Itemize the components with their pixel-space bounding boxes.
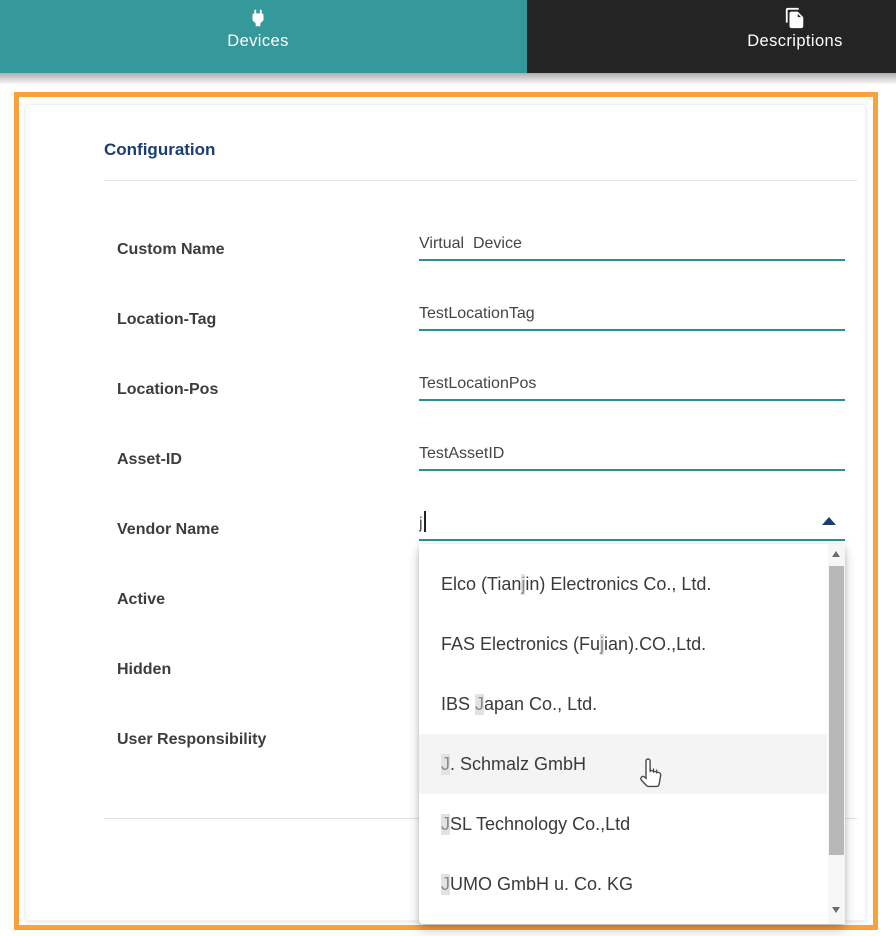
vendor-option-ibs[interactable]: IBS Japan Co., Ltd. xyxy=(419,674,827,734)
copy-pages-icon xyxy=(785,7,804,29)
vendor-option-jumo[interactable]: J UMO GmbH u. Co. KG xyxy=(419,854,827,914)
match-highlight: J xyxy=(441,753,450,775)
option-text: . Schmalz GmbH xyxy=(450,753,587,774)
scroll-down-icon[interactable] xyxy=(828,902,845,918)
section-title: Configuration xyxy=(104,140,216,159)
tab-devices[interactable]: Devices xyxy=(0,0,527,73)
option-text: IBS xyxy=(441,693,476,714)
chevron-up-icon[interactable] xyxy=(822,517,836,525)
vendor-dropdown: Elco (Tian j in) Electronics Co., Ltd. FAS… xyxy=(419,544,845,924)
asset-id-input[interactable] xyxy=(419,442,845,466)
option-text: ian).CO.,Ltd. xyxy=(604,633,707,654)
tabbar-shadow xyxy=(0,73,896,85)
match-highlight: J xyxy=(441,813,450,835)
scrollbar-thumb[interactable] xyxy=(829,566,844,855)
hidden-label: Hidden xyxy=(117,661,172,678)
option-text: in) Electronics Co., Ltd. xyxy=(525,573,712,594)
option-text: UMO GmbH u. Co. KG xyxy=(450,873,634,894)
option-text: SL Technology Co.,Ltd xyxy=(450,813,631,834)
tab-devices-content: Devices xyxy=(193,7,323,51)
vendor-name-input[interactable] xyxy=(419,512,845,536)
vendor-option-jsl[interactable]: J SL Technology Co.,Ltd xyxy=(419,794,827,854)
vendor-option-schmalz[interactable]: J. Schmalz GmbH xyxy=(419,734,827,794)
location-tag-underline xyxy=(419,329,845,331)
tab-descriptions-content: Descriptions xyxy=(730,7,860,51)
location-pos-underline xyxy=(419,399,845,401)
vendor-option-list: Elco (Tian j in) Electronics Co., Ltd. FAS… xyxy=(419,554,827,914)
text-caret xyxy=(424,511,426,532)
user-responsibility-label: User Responsibility xyxy=(117,731,267,748)
location-tag-label: Location-Tag xyxy=(117,311,217,328)
asset-id-underline xyxy=(419,469,845,471)
match-highlight: J xyxy=(475,693,485,715)
vendor-option-elco[interactable]: Elco (Tian j in) Electronics Co., Ltd. xyxy=(419,554,827,614)
vendor-name-label: Vendor Name xyxy=(117,521,220,538)
active-label: Active xyxy=(117,591,166,608)
option-text: FAS Electronics (Fu xyxy=(441,633,601,654)
tab-descriptions-label: Descriptions xyxy=(747,32,843,50)
custom-name-input[interactable] xyxy=(419,232,845,256)
location-tag-input[interactable] xyxy=(419,302,845,326)
asset-id-label: Asset-ID xyxy=(117,451,182,468)
location-pos-label: Location-Pos xyxy=(117,381,219,398)
match-highlight: J xyxy=(441,873,450,895)
custom-name-underline xyxy=(419,259,845,261)
vendor-name-underline xyxy=(419,539,845,541)
dropdown-scrollbar[interactable] xyxy=(828,544,845,924)
vendor-option-fas[interactable]: FAS Electronics (Fu j ian).CO.,Ltd. xyxy=(419,614,827,674)
custom-name-label: Custom Name xyxy=(117,241,225,258)
tab-devices-label: Devices xyxy=(227,32,289,50)
option-text: Elco (Tian xyxy=(441,573,522,594)
plug-icon xyxy=(252,9,264,27)
option-text: apan Co., Ltd. xyxy=(484,693,598,714)
location-pos-input[interactable] xyxy=(419,372,845,396)
divider xyxy=(104,180,857,181)
top-tab-bar: Devices Descriptions xyxy=(0,0,896,73)
scroll-up-icon[interactable] xyxy=(828,546,845,562)
tab-descriptions[interactable]: Descriptions xyxy=(527,0,896,73)
page: Devices Descriptions Configuration Custo… xyxy=(0,0,896,936)
